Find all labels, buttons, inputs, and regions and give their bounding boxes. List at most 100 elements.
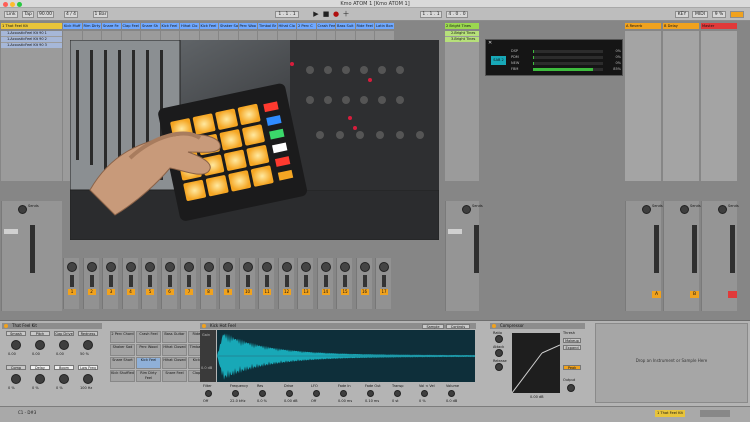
track-header[interactable]: Latin Bon [375,23,394,29]
return-activator[interactable]: B [690,291,699,298]
waveform-display[interactable] [217,330,475,382]
track-activator[interactable]: 7 [185,289,193,295]
close-icon[interactable]: ✕ [488,41,494,46]
track-activator[interactable]: 14 [321,289,330,295]
tap-button[interactable]: Tap [22,11,34,18]
track-activator[interactable]: 8 [204,289,213,295]
pan-knob[interactable] [320,262,331,272]
track-activator[interactable]: 1 [68,289,76,295]
pan-knob[interactable] [86,262,97,272]
track-activator[interactable]: 16 [360,289,369,295]
drum-pad[interactable]: Snare Feel [162,370,187,382]
sampler-param-knob[interactable] [421,390,428,397]
sampler-param-knob[interactable] [340,390,347,397]
sample-tab[interactable]: Sample [422,323,444,329]
compressor-knob[interactable] [495,335,503,343]
pan-knob[interactable] [223,262,233,272]
track-activator[interactable]: 15 [341,289,349,295]
macro-label[interactable]: Gap Drive [54,331,74,336]
track-header[interactable]: Bass Suit [336,23,355,29]
sampler-param-knob[interactable] [286,390,293,397]
drum-pad[interactable]: Hihat Closed [162,357,187,369]
return-activator[interactable]: A [652,291,661,298]
track-activator[interactable]: 13 [302,289,310,295]
clip-slot[interactable]: 3-Bright Tines [445,37,479,42]
drum-pad[interactable]: 2 Perc Chord [110,331,135,343]
return-track-header[interactable]: B Delay [663,23,699,29]
send-knob[interactable] [680,205,689,214]
macro-knob[interactable] [59,340,69,350]
track-activator[interactable]: 17 [380,289,388,295]
macro-knob[interactable] [59,374,69,384]
track-header[interactable]: Kick Feel [199,23,218,29]
drum-pad[interactable]: Kick Shuffled [110,370,135,382]
drum-pad[interactable]: Shaker Sad [110,344,135,356]
sampler-param-knob[interactable] [313,390,320,397]
gain-value[interactable]: 0.0 dB [201,366,212,370]
pan-knob[interactable] [106,262,116,272]
pan-knob[interactable] [67,262,77,272]
drum-pad[interactable]: Bass Guitar [162,331,187,343]
pan-knob[interactable] [359,262,370,272]
sampler-title[interactable]: Kick Hot Feel Sample Controls [200,323,476,329]
status-track-label[interactable]: 1 That Feel Kit [655,410,685,417]
drum-pad[interactable]: Kick Feel [136,357,161,369]
compressor-mode-button[interactable]: Peak [563,365,581,370]
clip-slot[interactable]: 1-AcousticFeel Kit 90 2 [1,37,62,42]
volume-value[interactable] [4,229,18,234]
send-knob[interactable] [18,205,27,214]
metronome-quantize[interactable]: 1 Bar [93,11,108,18]
loop-end-field[interactable]: 4 . 0 . 0 [446,11,468,18]
track-header[interactable]: Perc Woo [238,23,257,29]
track-header[interactable]: Snare Sh [141,23,160,29]
clip-slot[interactable]: 2-Bright Tines [445,31,479,36]
pan-knob[interactable] [379,262,389,272]
track-activator[interactable]: 2 [87,289,96,295]
sampler-param-knob[interactable] [205,390,212,397]
track-header[interactable]: Snare Fe [102,23,121,29]
drum-pad[interactable]: Hihat Closed [162,344,187,356]
pan-knob[interactable] [340,262,350,272]
pan-knob[interactable] [203,262,214,272]
loop-start-field[interactable]: 1 . 1 . 1 [420,11,442,18]
record-icon[interactable]: ● [332,11,340,18]
overview-scroller[interactable] [700,410,730,417]
return-track-header[interactable]: A Reverb [625,23,661,29]
return-track-header[interactable]: Master [701,23,737,29]
track-header[interactable]: Crash Feel [316,23,335,29]
track-activator[interactable]: 12 [282,289,291,295]
time-signature[interactable]: 4 / 4 [64,11,78,18]
sampler-param-knob[interactable] [448,390,455,397]
track-header[interactable]: Ride Feel [355,23,374,29]
pan-knob[interactable] [164,262,175,272]
macro-label[interactable]: Comp [6,365,26,370]
track-activator[interactable]: 11 [263,289,271,295]
track-activator[interactable]: 10 [243,289,252,295]
key-map-button[interactable]: KEY [675,11,689,18]
plugin-performance-window[interactable]: ✕ SAB 2 DSP 0% PDM 0% NEW 0% FBM 85% [485,39,623,76]
macro-knob[interactable] [11,340,21,350]
song-position[interactable]: 1 . 1 . 1 [275,11,299,18]
sampler-param-knob[interactable] [367,390,374,397]
track-activator[interactable]: 9 [224,289,232,295]
pan-knob[interactable] [145,262,155,272]
stop-icon[interactable]: ■ [322,11,330,18]
track-header[interactable]: Timbal Br [258,23,277,29]
track-header[interactable]: Shaker Sa [219,23,238,29]
device-toggle-icon[interactable] [4,324,8,328]
track-header[interactable]: Clap Feel [121,23,140,29]
send-knob[interactable] [642,205,651,214]
send-knob[interactable] [462,205,471,214]
clip-slot[interactable]: 1-AcousticFeel Kit 90 3 [1,43,62,48]
sampler-param-knob[interactable] [394,390,401,397]
track-activator[interactable]: 4 [126,289,135,295]
macro-label[interactable]: Pitch [30,331,50,336]
clip-slot[interactable]: 1-AcousticFeel Kit 90 1 [1,31,62,36]
track-header[interactable]: 1 That Feel Kit [1,23,62,29]
send-knob[interactable] [718,205,727,214]
macro-knob[interactable] [35,374,45,384]
compressor-knob[interactable] [495,363,503,371]
macro-label[interactable]: Low Freq [78,365,98,370]
track-activator[interactable]: 3 [107,289,115,295]
drum-pad[interactable]: Perc Wood [136,344,161,356]
